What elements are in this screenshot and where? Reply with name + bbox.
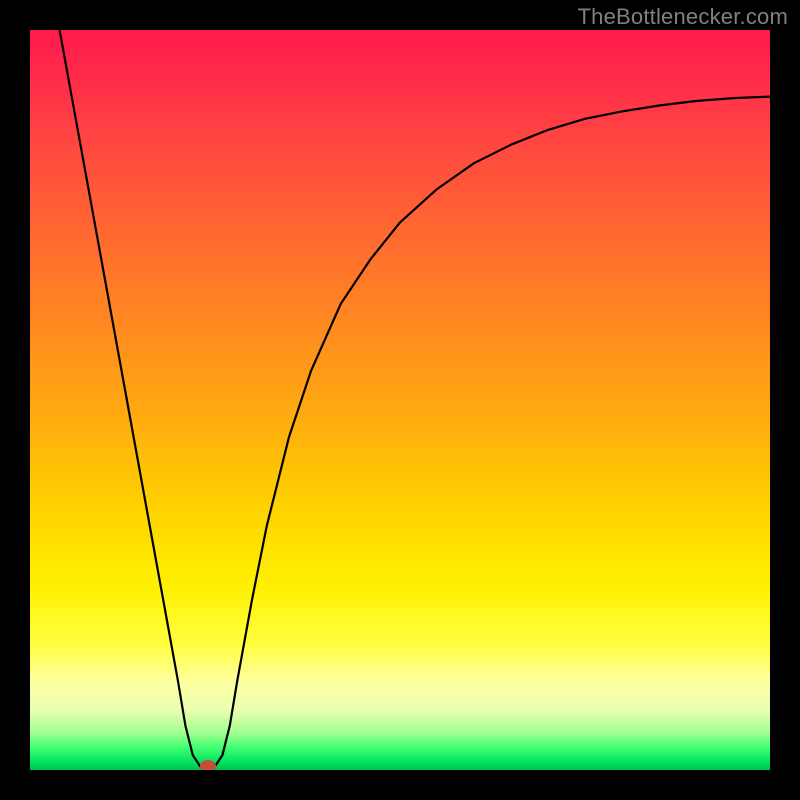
chart-frame: TheBottlenecker.com: [0, 0, 800, 800]
plot-area: [30, 30, 770, 770]
curve-svg: [30, 30, 770, 770]
bottleneck-curve: [60, 30, 770, 766]
watermark-text: TheBottlenecker.com: [578, 4, 788, 30]
optimum-marker: [200, 760, 216, 770]
